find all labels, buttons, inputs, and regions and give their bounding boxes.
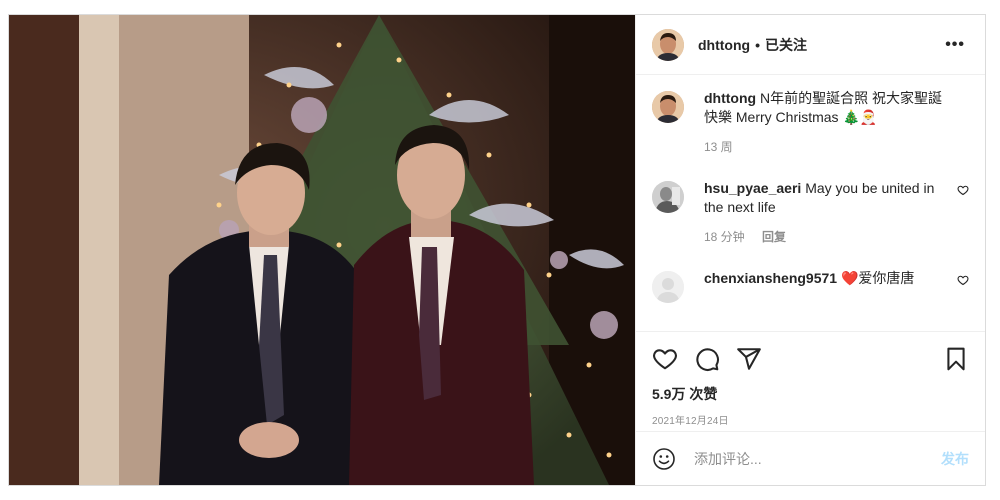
comment-item: hsu_pyae_aeri May you be united in the n… [652, 179, 969, 247]
like-comment-heart-icon[interactable] [957, 184, 969, 196]
comments-list: dhttong N年前的聖誕合照 祝大家聖誕快樂 Merry Christmas… [636, 75, 985, 318]
reply-button[interactable]: 回复 [762, 230, 786, 244]
caption-meta: 13 周 [704, 138, 949, 157]
likes-count[interactable]: 5.9万 次赞 [652, 384, 969, 404]
comment-input[interactable] [692, 449, 941, 468]
bookmark-icon[interactable] [943, 346, 969, 372]
caption: dhttong N年前的聖誕合照 祝大家聖誕快樂 Merry Christmas… [652, 89, 969, 157]
caption-age[interactable]: 13 周 [704, 140, 733, 154]
author-avatar[interactable] [652, 28, 684, 61]
caption-avatar[interactable] [652, 91, 684, 123]
heart-icon[interactable] [652, 346, 678, 372]
comment-icon[interactable] [694, 346, 720, 372]
post-header: dhttong • 已关注 ••• [636, 15, 985, 75]
post-side-panel: dhttong • 已关注 ••• dhttong N年前的聖誕合照 祝大家聖誕… [635, 15, 985, 485]
action-bar [652, 344, 969, 374]
add-comment-bar: 发布 [636, 431, 985, 485]
author-username[interactable]: dhttong [698, 37, 750, 53]
comment-body: hsu_pyae_aeri May you be united in the n… [704, 179, 969, 247]
follow-status-button[interactable]: 已关注 [765, 35, 807, 55]
comment-body: chenxiansheng9571 ❤️爱你唐唐 [704, 269, 969, 288]
post-date[interactable]: 2021年12月24日 [652, 412, 969, 427]
post-photo[interactable] [9, 15, 635, 485]
comment-text: ❤️爱你唐唐 [840, 270, 915, 286]
post-modal: dhttong • 已关注 ••• dhttong N年前的聖誕合照 祝大家聖誕… [8, 14, 986, 486]
comment-item: chenxiansheng9571 ❤️爱你唐唐 [652, 269, 969, 303]
commenter-avatar[interactable] [652, 271, 684, 303]
comment-age[interactable]: 18 分钟 [704, 230, 745, 244]
caption-body: dhttong N年前的聖誕合照 祝大家聖誕快樂 Merry Christmas… [704, 89, 969, 157]
default-avatar-image [652, 271, 684, 303]
comment-username[interactable]: chenxiansheng9571 [704, 270, 837, 286]
avatar-image [652, 28, 684, 61]
header-separator: • [755, 36, 760, 53]
comment-username[interactable]: hsu_pyae_aeri [704, 180, 801, 196]
comment-meta: 18 分钟 回复 [704, 228, 949, 247]
commenter-avatar[interactable] [652, 181, 684, 213]
publish-button[interactable]: 发布 [941, 449, 969, 469]
like-comment-heart-icon[interactable] [957, 274, 969, 286]
avatar-image [652, 181, 684, 213]
post-actions: 5.9万 次赞 2021年12月24日 [636, 331, 985, 427]
avatar-image [652, 91, 684, 123]
share-icon[interactable] [736, 346, 762, 372]
emoji-icon[interactable] [652, 447, 676, 471]
more-horizontal-icon[interactable]: ••• [941, 32, 969, 58]
caption-username[interactable]: dhttong [704, 90, 756, 106]
christmas-photo-image [9, 15, 635, 485]
